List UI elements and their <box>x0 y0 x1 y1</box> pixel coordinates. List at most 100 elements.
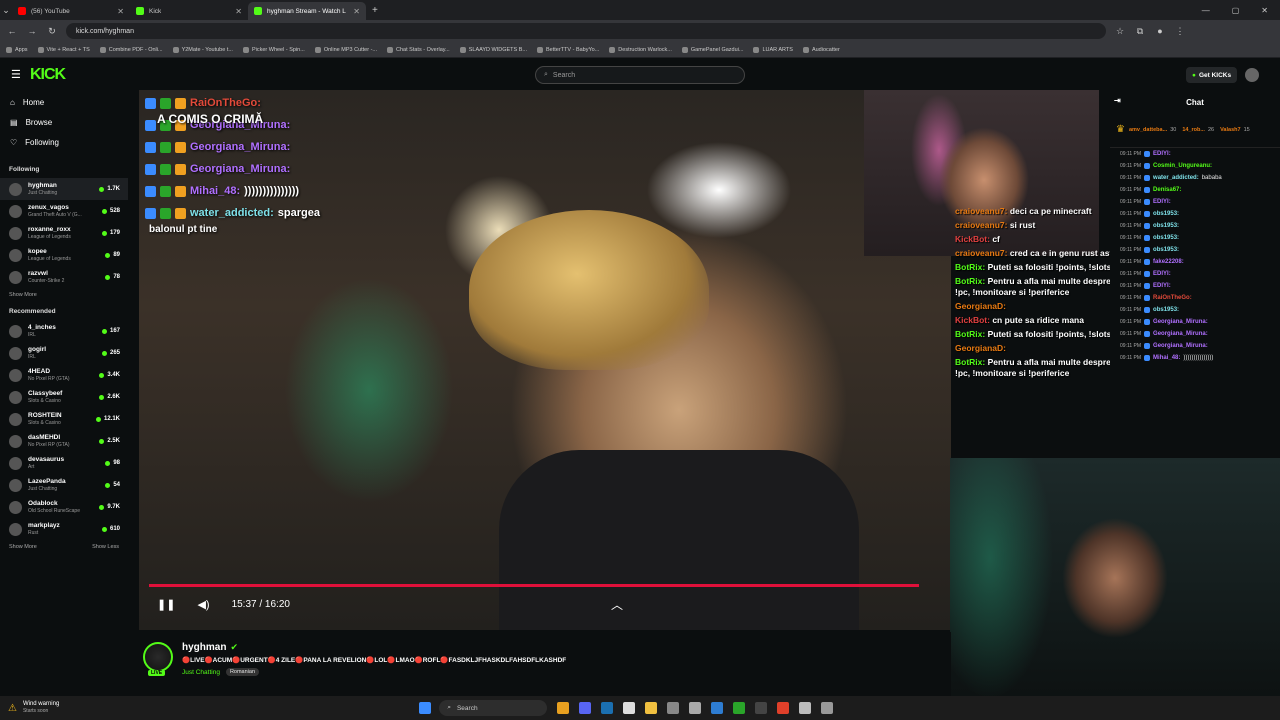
chat-username[interactable]: Cosmin_Ungureanu: <box>1153 163 1212 169</box>
show-more-following[interactable]: Show More <box>0 288 128 302</box>
extensions-icon[interactable]: ⧉ <box>1134 26 1146 37</box>
collapse-chat-icon[interactable]: ⇥ <box>1114 96 1121 105</box>
chat-username[interactable]: obs1953: <box>1153 223 1179 229</box>
show-less-recommended[interactable]: Show Less <box>92 544 119 550</box>
new-tab-button[interactable]: + <box>372 5 378 16</box>
nav-home[interactable]: ⌂ Home <box>0 92 128 112</box>
sidebar-channel-odablock[interactable]: Odablock Old School RuneScape 9.7K <box>0 496 128 518</box>
user-avatar[interactable] <box>1245 68 1259 82</box>
obs-taskbar-icon[interactable] <box>667 702 680 714</box>
chat-message[interactable]: 09:11 PM Georgiana_Miruna: <box>1110 340 1280 352</box>
bookmark-item[interactable]: GamePanel Gazdui... <box>681 46 743 53</box>
sidebar-channel-lazeepanda[interactable]: LazeePanda Just Chatting 54 <box>0 474 128 496</box>
chat-username[interactable]: Mihai_48: <box>1153 355 1180 361</box>
nav-following[interactable]: ♡ Following <box>0 132 128 152</box>
chat-message[interactable]: 09:11 PM water_addicted: bababa <box>1110 172 1280 184</box>
chat-message[interactable]: 09:11 PM obs1953: <box>1110 304 1280 316</box>
sidebar-channel-markplayz[interactable]: markplayz Rust 610 <box>0 518 128 540</box>
close-tab-icon[interactable]: ✕ <box>353 7 360 16</box>
app-taskbar-icon[interactable] <box>623 702 636 714</box>
chat-username[interactable]: EDIYI: <box>1153 199 1171 205</box>
discord-taskbar-icon[interactable] <box>579 702 592 714</box>
back-icon[interactable]: ← <box>6 26 18 36</box>
taskbar-search[interactable]: ⌕ Search <box>439 700 548 716</box>
sidebar-channel-gogirl[interactable]: gogirl IRL 265 <box>0 342 128 364</box>
browser-tab[interactable]: hyghman Stream - Watch L ✕ <box>248 2 366 20</box>
tab-list-icon[interactable]: ⌄ <box>0 5 12 16</box>
bookmark-item[interactable]: Vite + React + TS <box>37 46 90 53</box>
bookmark-item[interactable]: Destruction Warlock... <box>609 46 672 53</box>
reload-icon[interactable]: ↻ <box>46 26 58 37</box>
chat-message[interactable]: 09:11 PM obs1953: <box>1110 244 1280 256</box>
sidebar-channel-roxanne_roxx[interactable]: roxanne_roxx League of Legends 179 <box>0 222 128 244</box>
chat-message[interactable]: 09:11 PM EDIYI: <box>1110 148 1280 160</box>
sidebar-channel-zenux_vagos[interactable]: zenux_vagos Grand Theft Auto V (G... 528 <box>0 200 128 222</box>
streamer-avatar[interactable] <box>143 642 173 672</box>
pause-icon[interactable]: ❚❚ <box>157 598 175 611</box>
bookmark-item[interactable]: Picker Wheel - Spin... <box>242 46 305 53</box>
chat-message[interactable]: 09:11 PM EDIYI: <box>1110 268 1280 280</box>
sidebar-channel-dasmehdi[interactable]: dasMEHDI No Pixel RP (GTA) 2.5K <box>0 430 128 452</box>
weather-title[interactable]: Wind warning <box>23 701 59 708</box>
sidebar-channel-devasaurus[interactable]: devasaurus Art 98 <box>0 452 128 474</box>
chat-username[interactable]: EDIYI: <box>1153 271 1171 277</box>
steam-taskbar-icon[interactable] <box>601 702 614 714</box>
chat-username[interactable]: Georgiana_Miruna: <box>1153 319 1208 325</box>
chat-username[interactable]: EDIYI: <box>1153 151 1171 157</box>
chat-username[interactable]: Georgiana_Miruna: <box>1153 331 1208 337</box>
edge-taskbar-icon[interactable] <box>711 702 724 714</box>
close-tab-icon[interactable]: ✕ <box>235 7 242 16</box>
chat-message[interactable]: 09:11 PM obs1953: <box>1110 232 1280 244</box>
hamburger-menu-icon[interactable]: ☰ <box>11 68 21 81</box>
streamer-name[interactable]: hyghman <box>182 642 226 653</box>
xbox-taskbar-icon[interactable] <box>733 702 746 714</box>
chat-username[interactable]: fake22208: <box>1153 259 1184 265</box>
chat-message[interactable]: 09:11 PM EDIYI: <box>1110 280 1280 292</box>
bookmark-item[interactable]: Chat Stats - Overlay... <box>387 46 450 53</box>
chat-message[interactable]: 09:11 PM Georgiana_Miruna: <box>1110 328 1280 340</box>
chat-message[interactable]: 09:11 PM obs1953: <box>1110 208 1280 220</box>
minimize-button[interactable]: — <box>1202 6 1210 15</box>
url-field[interactable]: kick.com/hyghman <box>66 23 1106 39</box>
bookmark-item[interactable]: LUAR ARTS <box>753 46 793 53</box>
forward-icon[interactable]: → <box>26 26 38 36</box>
get-kicks-button[interactable]: ● Get KICKs <box>1186 67 1238 83</box>
browser-tab[interactable]: Kick ✕ <box>130 2 248 20</box>
sidebar-channel-4head[interactable]: 4HEAD No Pixel RP (GTA) 3.4K <box>0 364 128 386</box>
stream-category[interactable]: Just Chatting <box>182 669 220 676</box>
leaderboard-entry[interactable]: Valash7 15 <box>1220 127 1250 133</box>
chat-username[interactable]: obs1953: <box>1153 307 1179 313</box>
sidebar-channel-razvwl[interactable]: razvwl Counter-Strike 2 78 <box>0 266 128 288</box>
chat-username[interactable]: RaiOnTheGo: <box>1153 295 1192 301</box>
chat-message[interactable]: 09:11 PM Georgiana_Miruna: <box>1110 316 1280 328</box>
sidebar-channel-4_inches[interactable]: 4_inches IRL 167 <box>0 320 128 342</box>
chat-username[interactable]: Denisa67: <box>1153 187 1181 193</box>
chat-username[interactable]: EDIYI: <box>1153 283 1171 289</box>
browser-tab[interactable]: (56) YouTube ✕ <box>12 2 130 20</box>
bookmark-item[interactable]: BetterTTV - BabyYo... <box>537 46 599 53</box>
chat-message[interactable]: 09:11 PM fake22208: <box>1110 256 1280 268</box>
volume-icon[interactable]: ◀) <box>197 598 209 611</box>
chat-message[interactable]: 09:11 PM obs1953: <box>1110 220 1280 232</box>
sidebar-channel-kopee[interactable]: kopee League of Legends 89 <box>0 244 128 266</box>
calculator-taskbar-icon[interactable] <box>821 702 834 714</box>
chevron-up-icon[interactable]: ︿ <box>611 596 623 613</box>
bookmark-star-icon[interactable]: ☆ <box>1114 26 1126 37</box>
chat-message[interactable]: 09:11 PM Denisa67: <box>1110 184 1280 196</box>
chat-username[interactable]: water_addicted: <box>1153 175 1199 181</box>
stream-tag[interactable]: Romanian <box>225 668 260 676</box>
chrome-taskbar-icon[interactable] <box>557 702 570 714</box>
windows-start-icon[interactable] <box>419 702 432 714</box>
bookmark-item[interactable]: Audiocatter <box>802 46 840 53</box>
leaderboard-entry[interactable]: amv_datteba... 30 <box>1129 127 1176 133</box>
bookmark-item[interactable]: Y2Mate - Youtube t... <box>172 46 233 53</box>
file-explorer-taskbar-icon[interactable] <box>645 702 658 714</box>
chat-message[interactable]: 09:11 PM RaiOnTheGo: <box>1110 292 1280 304</box>
chat-message[interactable]: 09:11 PM Cosmin_Ungureanu: <box>1110 160 1280 172</box>
bookmark-item[interactable]: SLAAYD WIDGETS B... <box>459 46 527 53</box>
settings-taskbar-icon[interactable] <box>799 702 812 714</box>
chat-message[interactable]: 09:11 PM Mihai_48:))))))))))))))) <box>1110 352 1280 364</box>
close-tab-icon[interactable]: ✕ <box>117 7 124 16</box>
chat-username[interactable]: obs1953: <box>1153 247 1179 253</box>
nav-browse[interactable]: ▤ Browse <box>0 112 128 132</box>
